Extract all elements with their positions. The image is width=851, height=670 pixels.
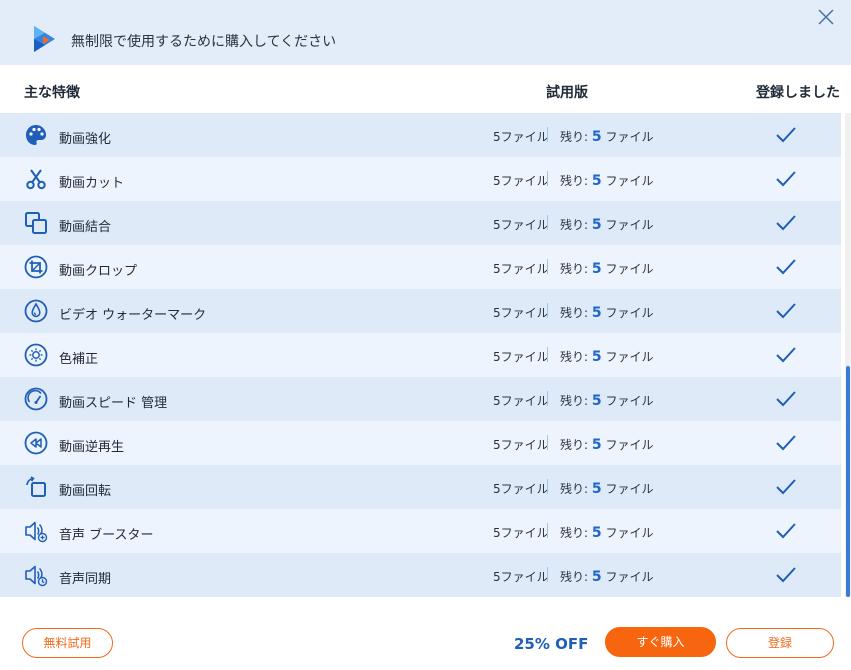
trial-file-limit: 5ファイル <box>493 482 549 496</box>
checkmark-icon <box>776 347 796 363</box>
divider <box>547 391 548 406</box>
remaining-files: 残り: 5 ファイル <box>560 129 654 145</box>
checkmark-icon <box>776 567 796 583</box>
checkmark-icon <box>776 215 796 231</box>
trial-file-limit: 5ファイル <box>493 570 549 584</box>
remaining-files: 残り: 5 ファイル <box>560 349 654 365</box>
trial-file-limit: 5ファイル <box>493 306 549 320</box>
divider <box>547 127 548 142</box>
remaining-files: 残り: 5 ファイル <box>560 393 654 409</box>
feature-table: 動画強化 5ファイル 残り: 5 ファイル 動画カット 5ファイル 残り: 5 … <box>0 113 841 597</box>
rotate-icon <box>26 476 46 497</box>
palette-icon <box>26 125 46 145</box>
checkmark-icon <box>776 435 796 451</box>
close-icon[interactable] <box>815 6 837 28</box>
feature-name: 動画回転 <box>59 484 112 499</box>
feature-name: 動画クロップ <box>59 264 138 279</box>
divider <box>547 215 548 230</box>
table-row: 色補正 5ファイル 残り: 5 ファイル <box>0 333 841 377</box>
divider <box>547 435 548 450</box>
checkmark-icon <box>776 259 796 275</box>
table-row: 動画回転 5ファイル 残り: 5 ファイル <box>0 465 841 509</box>
feature-name: 動画スピード 管理 <box>59 396 168 411</box>
free-trial-button[interactable]: 無料試用 <box>22 628 113 658</box>
table-row: 音声同期 5ファイル 残り: 5 ファイル <box>0 553 841 597</box>
trial-file-limit: 5ファイル <box>493 130 549 144</box>
checkmark-icon <box>776 479 796 495</box>
color-correction-icon <box>24 343 48 367</box>
register-button[interactable]: 登録 <box>726 628 834 658</box>
checkmark-icon <box>776 127 796 143</box>
audio-sync-icon <box>25 565 48 587</box>
scissors-icon <box>26 169 46 190</box>
volume-booster-icon <box>25 521 48 543</box>
column-header-registered: 登録しました <box>756 85 840 101</box>
remaining-files: 残り: 5 ファイル <box>560 569 654 585</box>
reverse-icon <box>24 431 48 455</box>
divider <box>547 259 548 274</box>
table-row: 動画強化 5ファイル 残り: 5 ファイル <box>0 113 841 157</box>
feature-name: 動画逆再生 <box>59 440 125 455</box>
table-row: 動画逆再生 5ファイル 残り: 5 ファイル <box>0 421 841 465</box>
trial-file-limit: 5ファイル <box>493 174 549 188</box>
table-row: 動画スピード 管理 5ファイル 残り: 5 ファイル <box>0 377 841 421</box>
feature-name: 動画カット <box>59 176 125 191</box>
feature-name: 動画結合 <box>59 220 112 235</box>
divider <box>547 567 548 582</box>
divider <box>547 523 548 538</box>
checkmark-icon <box>776 303 796 319</box>
watermark-icon <box>24 299 48 323</box>
trial-file-limit: 5ファイル <box>493 394 549 408</box>
remaining-files: 残り: 5 ファイル <box>560 261 654 277</box>
divider <box>547 171 548 186</box>
feature-name: 色補正 <box>59 352 99 367</box>
checkmark-icon <box>776 391 796 407</box>
merge-icon <box>25 212 47 234</box>
speedometer-icon <box>24 387 48 411</box>
feature-name: 音声 ブースター <box>59 528 154 543</box>
buy-now-button[interactable]: すぐ購入 <box>605 627 716 657</box>
divider <box>547 303 548 318</box>
table-row: ビデオ ウォーターマーク 5ファイル 残り: 5 ファイル <box>0 289 841 333</box>
checkmark-icon <box>776 523 796 539</box>
dialog-title: 無制限で使用するために購入してください <box>71 34 337 50</box>
discount-label: 25% OFF <box>514 635 589 653</box>
divider <box>547 347 548 362</box>
trial-file-limit: 5ファイル <box>493 438 549 452</box>
feature-name: 動画強化 <box>59 132 112 147</box>
remaining-files: 残り: 5 ファイル <box>560 525 654 541</box>
column-header-feature: 主な特徴 <box>24 85 80 101</box>
divider <box>547 479 548 494</box>
trial-file-limit: 5ファイル <box>493 350 549 364</box>
crop-icon <box>24 255 48 279</box>
app-logo-icon <box>34 26 55 52</box>
table-row: 音声 ブースター 5ファイル 残り: 5 ファイル <box>0 509 841 553</box>
feature-name: ビデオ ウォーターマーク <box>59 308 207 323</box>
trial-file-limit: 5ファイル <box>493 262 549 276</box>
scrollbar-thumb[interactable] <box>846 366 850 597</box>
remaining-files: 残り: 5 ファイル <box>560 481 654 497</box>
feature-name: 音声同期 <box>59 572 112 587</box>
table-row: 動画クロップ 5ファイル 残り: 5 ファイル <box>0 245 841 289</box>
remaining-files: 残り: 5 ファイル <box>560 173 654 189</box>
remaining-files: 残り: 5 ファイル <box>560 217 654 233</box>
remaining-files: 残り: 5 ファイル <box>560 305 654 321</box>
trial-file-limit: 5ファイル <box>493 526 549 540</box>
table-row: 動画結合 5ファイル 残り: 5 ファイル <box>0 201 841 245</box>
trial-file-limit: 5ファイル <box>493 218 549 232</box>
column-header-trial: 試用版 <box>546 85 588 101</box>
dialog-header: 無制限で使用するために購入してください <box>0 0 851 65</box>
checkmark-icon <box>776 171 796 187</box>
table-row: 動画カット 5ファイル 残り: 5 ファイル <box>0 157 841 201</box>
table-header: 主な特徴 試用版 登録しました <box>0 65 851 113</box>
remaining-files: 残り: 5 ファイル <box>560 437 654 453</box>
